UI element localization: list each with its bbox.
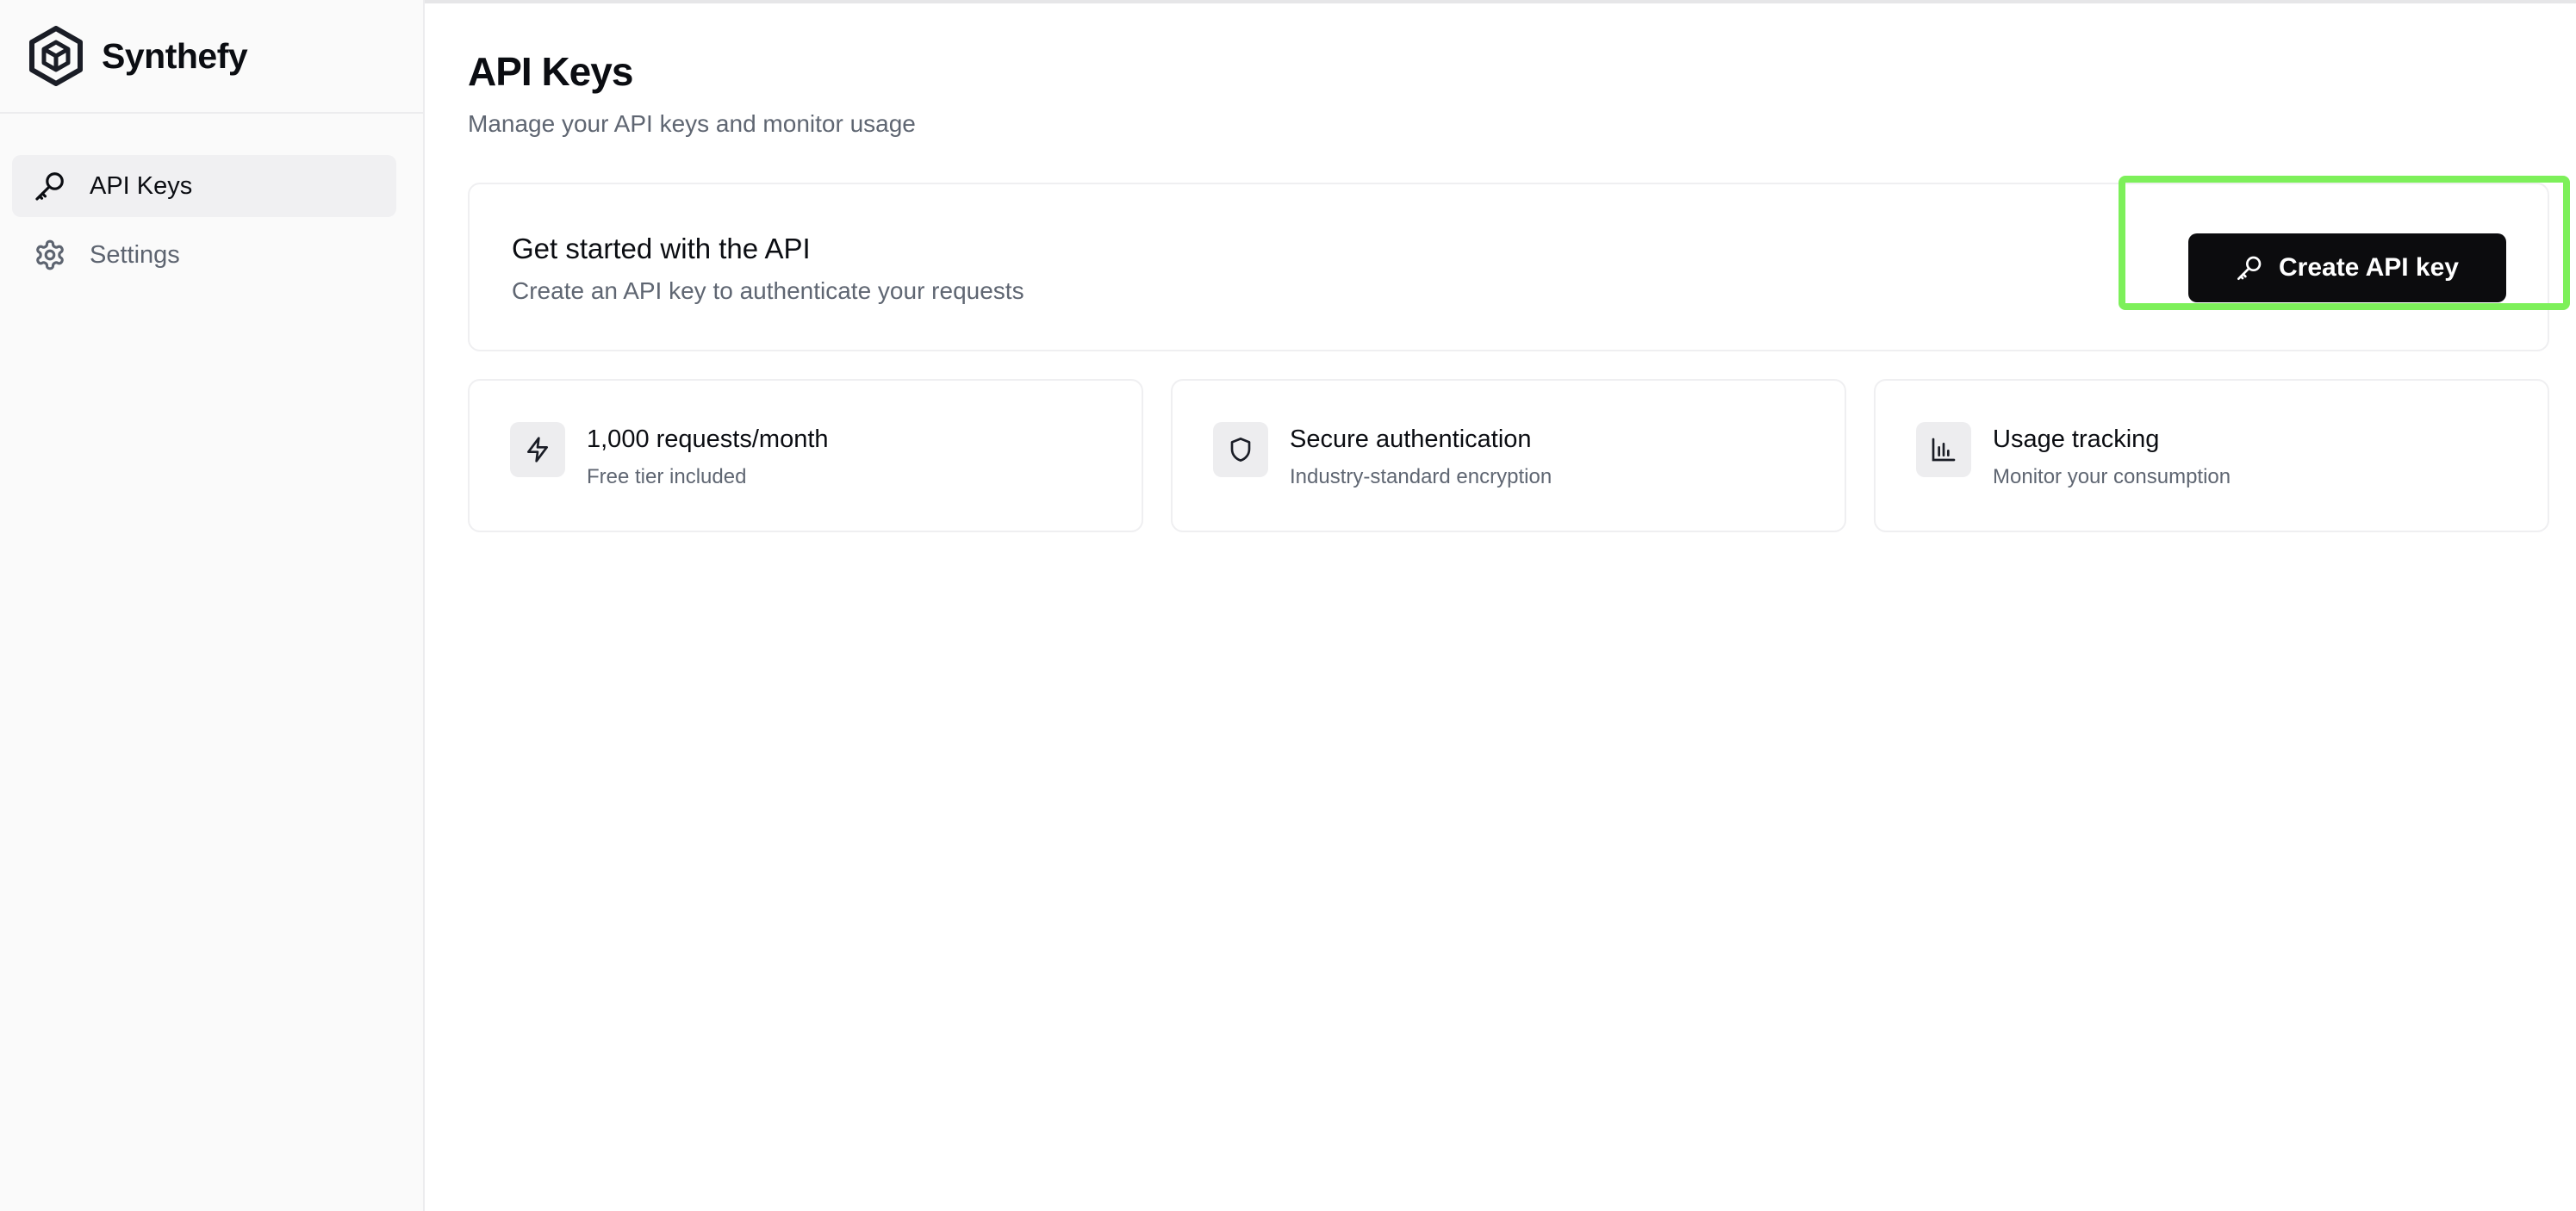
feature-title: Usage tracking — [1993, 425, 2160, 453]
sidebar: Synthefy API Keys Settings — [0, 0, 425, 1211]
feature-subtitle: Monitor your consumption — [1993, 465, 2231, 488]
create-api-key-label: Create API key — [2278, 253, 2459, 282]
page-subtitle: Manage your API keys and monitor usage — [468, 110, 916, 137]
key-icon — [33, 169, 67, 203]
create-api-key-button[interactable]: Create API key — [2188, 233, 2506, 302]
get-started-subtitle: Create an API key to authenticate your r… — [512, 277, 1024, 304]
feature-card-usage: Usage tracking Monitor your consumption — [1874, 379, 2549, 532]
hexagon-cube-logo-icon — [26, 26, 86, 86]
feature-cards: 1,000 requests/month Free tier included … — [468, 379, 2549, 532]
feature-subtitle: Industry-standard encryption — [1290, 465, 1552, 488]
gear-icon — [33, 238, 67, 272]
feature-title: 1,000 requests/month — [587, 425, 829, 453]
feature-title: Secure authentication — [1290, 425, 1532, 453]
sidebar-item-api-keys[interactable]: API Keys — [12, 155, 396, 217]
bar-chart-icon — [1916, 422, 1971, 477]
sidebar-item-label: API Keys — [90, 171, 193, 200]
page-title: API Keys — [468, 49, 633, 94]
shield-icon — [1213, 422, 1268, 477]
sidebar-nav: API Keys Settings — [12, 155, 396, 293]
brand-name: Synthefy — [102, 35, 248, 76]
lightning-icon — [510, 422, 565, 477]
brand-header[interactable]: Synthefy — [0, 0, 423, 114]
key-icon — [2236, 253, 2265, 283]
sidebar-item-label: Settings — [90, 240, 180, 269]
sidebar-item-settings[interactable]: Settings — [12, 224, 396, 286]
feature-card-requests: 1,000 requests/month Free tier included — [468, 379, 1143, 532]
get-started-card: Get started with the API Create an API k… — [468, 176, 2570, 351]
feature-card-security: Secure authentication Industry-standard … — [1171, 379, 1846, 532]
get-started-title: Get started with the API — [512, 233, 811, 264]
feature-subtitle: Free tier included — [587, 465, 747, 488]
app-window: Synthefy API Keys Settings API Keys Mana… — [0, 0, 2576, 1211]
